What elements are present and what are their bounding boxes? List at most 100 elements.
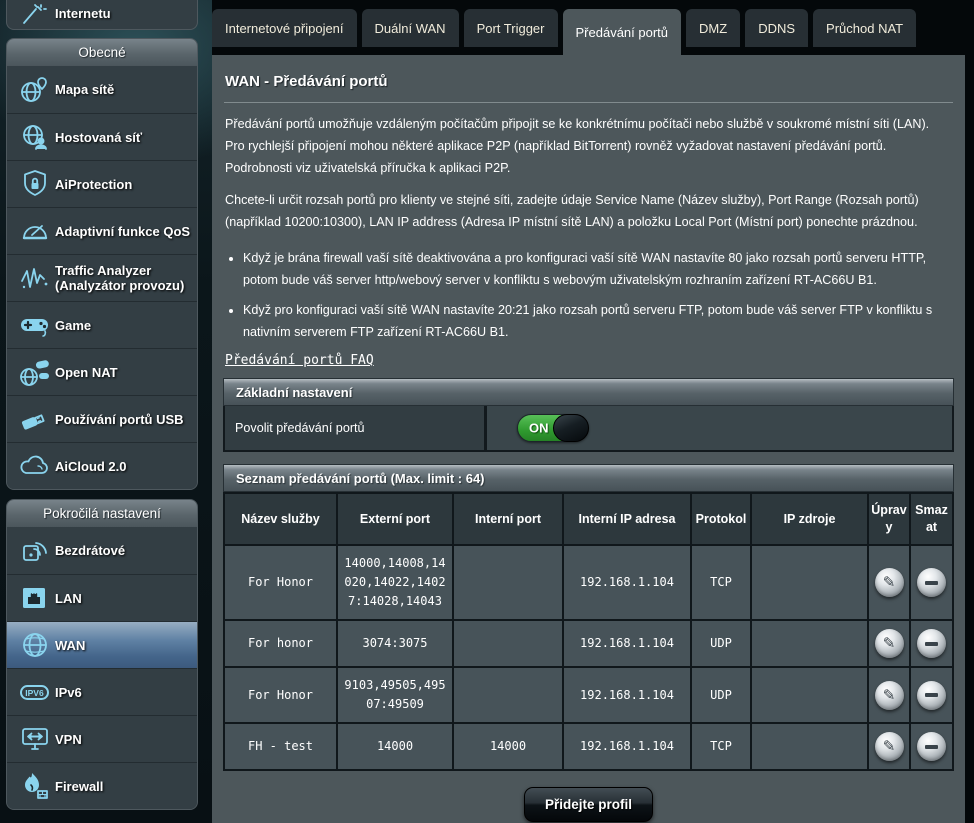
edit-button[interactable]: ✎ bbox=[875, 629, 904, 658]
pencil-icon: ✎ bbox=[883, 575, 896, 590]
ethernet-icon bbox=[15, 584, 55, 612]
sidebar-item-wan[interactable]: WAN bbox=[7, 621, 197, 668]
enable-port-forwarding-label: Povolit předávání portů bbox=[225, 406, 487, 450]
sidebar-item-aiprotection[interactable]: AiProtection bbox=[7, 160, 197, 207]
pencil-icon: ✎ bbox=[883, 739, 896, 754]
sidebar-item-label: WAN bbox=[55, 638, 85, 653]
internal-ip-cell: 192.168.1.104 bbox=[563, 667, 691, 723]
col-delete: Smazat bbox=[910, 493, 953, 545]
sidebar-item-label: AiProtection bbox=[55, 177, 132, 192]
sidebar-item-network-map[interactable]: Mapa sítě bbox=[7, 66, 197, 113]
pencil-icon: ✎ bbox=[883, 688, 896, 703]
globe-pin-icon bbox=[15, 75, 55, 105]
minus-icon bbox=[925, 745, 938, 749]
protocol-cell: TCP bbox=[691, 545, 751, 620]
toggle-knob[interactable] bbox=[553, 414, 589, 442]
sidebar-item-guest-network[interactable]: Hostovaná síť bbox=[7, 113, 197, 160]
sidebar-item-firewall[interactable]: Firewall bbox=[7, 762, 197, 809]
external-port-cell: 9103,49505,49507:49509 bbox=[337, 667, 453, 723]
internal-ip-cell: 192.168.1.104 bbox=[563, 620, 691, 667]
sidebar-item-label: Internetu bbox=[55, 6, 111, 21]
wan-tab-bar: Internetové připojení Duální WAN Port Tr… bbox=[212, 0, 965, 55]
tab-ddns[interactable]: DDNS bbox=[745, 9, 808, 47]
tab-nat-passthrough[interactable]: Průchod NAT bbox=[813, 9, 916, 47]
note-item: Když je brána firewall vaší sítě deaktiv… bbox=[243, 247, 954, 291]
sidebar: Internetu Obecné Mapa sítě Hostovaná síť… bbox=[6, 0, 198, 823]
source-ip-cell bbox=[751, 620, 868, 667]
internal-port-cell bbox=[453, 620, 563, 667]
usb-icon bbox=[15, 405, 55, 433]
tab-dmz[interactable]: DMZ bbox=[686, 9, 740, 47]
tab-dual-wan[interactable]: Duální WAN bbox=[362, 9, 459, 47]
col-service-name: Název služby bbox=[224, 493, 337, 545]
col-internal-ip: Interní IP adresa bbox=[563, 493, 691, 545]
sidebar-item-label: Používání portů USB bbox=[55, 412, 184, 427]
delete-button[interactable] bbox=[917, 568, 946, 597]
col-protocol: Protokol bbox=[691, 493, 751, 545]
edit-button[interactable]: ✎ bbox=[875, 681, 904, 710]
internal-port-cell: 14000 bbox=[453, 723, 563, 770]
sidebar-item-label: IPv6 bbox=[55, 685, 82, 700]
ipv6-icon: IPV6 bbox=[15, 678, 55, 706]
protocol-cell: UDP bbox=[691, 667, 751, 723]
external-port-cell: 14000 bbox=[337, 723, 453, 770]
sidebar-group-advanced: Pokročilá nastavení Bezdrátové LAN WAN I… bbox=[6, 499, 198, 810]
service-name-cell: For Honor bbox=[224, 545, 337, 620]
delete-button[interactable] bbox=[917, 681, 946, 710]
pencil-icon: ✎ bbox=[883, 636, 896, 651]
description-paragraph: Chcete-li určit rozsah portů pro klienty… bbox=[223, 189, 954, 233]
sidebar-item-label: AiCloud 2.0 bbox=[55, 459, 127, 474]
tab-port-forwarding[interactable]: Předávání portů bbox=[563, 9, 682, 55]
svg-text:IPV6: IPV6 bbox=[25, 688, 44, 698]
sidebar-item-label: Hostovaná síť bbox=[55, 130, 142, 145]
source-ip-cell bbox=[751, 545, 868, 620]
sidebar-item-label: Adaptivní funkce QoS bbox=[55, 224, 190, 239]
sidebar-item-lan[interactable]: LAN bbox=[7, 574, 197, 621]
protocol-cell: UDP bbox=[691, 620, 751, 667]
tab-internet-connection[interactable]: Internetové připojení bbox=[212, 9, 357, 47]
sidebar-item-label: Game bbox=[55, 318, 91, 333]
sidebar-group-header: Obecné bbox=[7, 39, 197, 66]
delete-button[interactable] bbox=[917, 629, 946, 658]
sidebar-item-wireless[interactable]: Bezdrátové bbox=[7, 527, 197, 574]
sidebar-item-label: LAN bbox=[55, 591, 82, 606]
sidebar-item-aicloud[interactable]: AiCloud 2.0 bbox=[7, 442, 197, 489]
port-forwarding-faq-link[interactable]: Předávání portů FAQ bbox=[225, 353, 374, 368]
internal-ip-cell: 192.168.1.104 bbox=[563, 723, 691, 770]
sidebar-item-label: Mapa sítě bbox=[55, 82, 114, 97]
internal-port-cell bbox=[453, 667, 563, 723]
toggle-on-label: ON bbox=[529, 421, 549, 436]
sidebar-item-label: Firewall bbox=[55, 779, 103, 794]
gamepad-icon bbox=[15, 311, 55, 339]
tab-port-trigger[interactable]: Port Trigger bbox=[464, 9, 558, 47]
edit-button[interactable]: ✎ bbox=[875, 568, 904, 597]
source-ip-cell bbox=[751, 667, 868, 723]
sidebar-item-vpn[interactable]: VPN bbox=[7, 715, 197, 762]
delete-button[interactable] bbox=[917, 732, 946, 761]
edit-button[interactable]: ✎ bbox=[875, 732, 904, 761]
port-forwarding-toggle[interactable]: ON bbox=[517, 414, 589, 442]
sidebar-group-general: Obecné Mapa sítě Hostovaná síť AiProtect… bbox=[6, 38, 198, 490]
main-content: WAN - Předávání portů Předávání portů um… bbox=[212, 55, 965, 823]
vpn-monitor-icon bbox=[15, 724, 55, 754]
col-internal-port: Interní port bbox=[453, 493, 563, 545]
page-title: WAN - Předávání portů bbox=[223, 65, 954, 102]
sidebar-item-quick-internet-setup[interactable]: Internetu bbox=[6, 0, 198, 30]
globe-user-icon bbox=[15, 122, 55, 152]
sidebar-item-open-nat[interactable]: Open NAT bbox=[7, 348, 197, 395]
add-profile-button[interactable]: Přidejte profil bbox=[524, 787, 653, 822]
note-item: Když pro konfiguraci vaší sítě WAN nasta… bbox=[243, 299, 954, 343]
sidebar-item-traffic-analyzer[interactable]: Traffic Analyzer (Analyzátor provozu) bbox=[7, 254, 197, 301]
shield-lock-icon bbox=[15, 169, 55, 199]
sidebar-item-adaptive-qos[interactable]: Adaptivní funkce QoS bbox=[7, 207, 197, 254]
basic-config-header: Základní nastavení bbox=[223, 378, 954, 406]
sidebar-item-ipv6[interactable]: IPV6 IPv6 bbox=[7, 668, 197, 715]
sidebar-item-game[interactable]: Game bbox=[7, 301, 197, 348]
col-external-port: Externí port bbox=[337, 493, 453, 545]
sidebar-item-usb-application[interactable]: Používání portů USB bbox=[7, 395, 197, 442]
minus-icon bbox=[925, 642, 938, 646]
notes-list: Když je brána firewall vaší sítě deaktiv… bbox=[229, 247, 954, 343]
external-port-cell: 3074:3075 bbox=[337, 620, 453, 667]
external-port-cell: 14000,14008,14020,14022,14027:14028,1404… bbox=[337, 545, 453, 620]
service-name-cell: FH - test bbox=[224, 723, 337, 770]
